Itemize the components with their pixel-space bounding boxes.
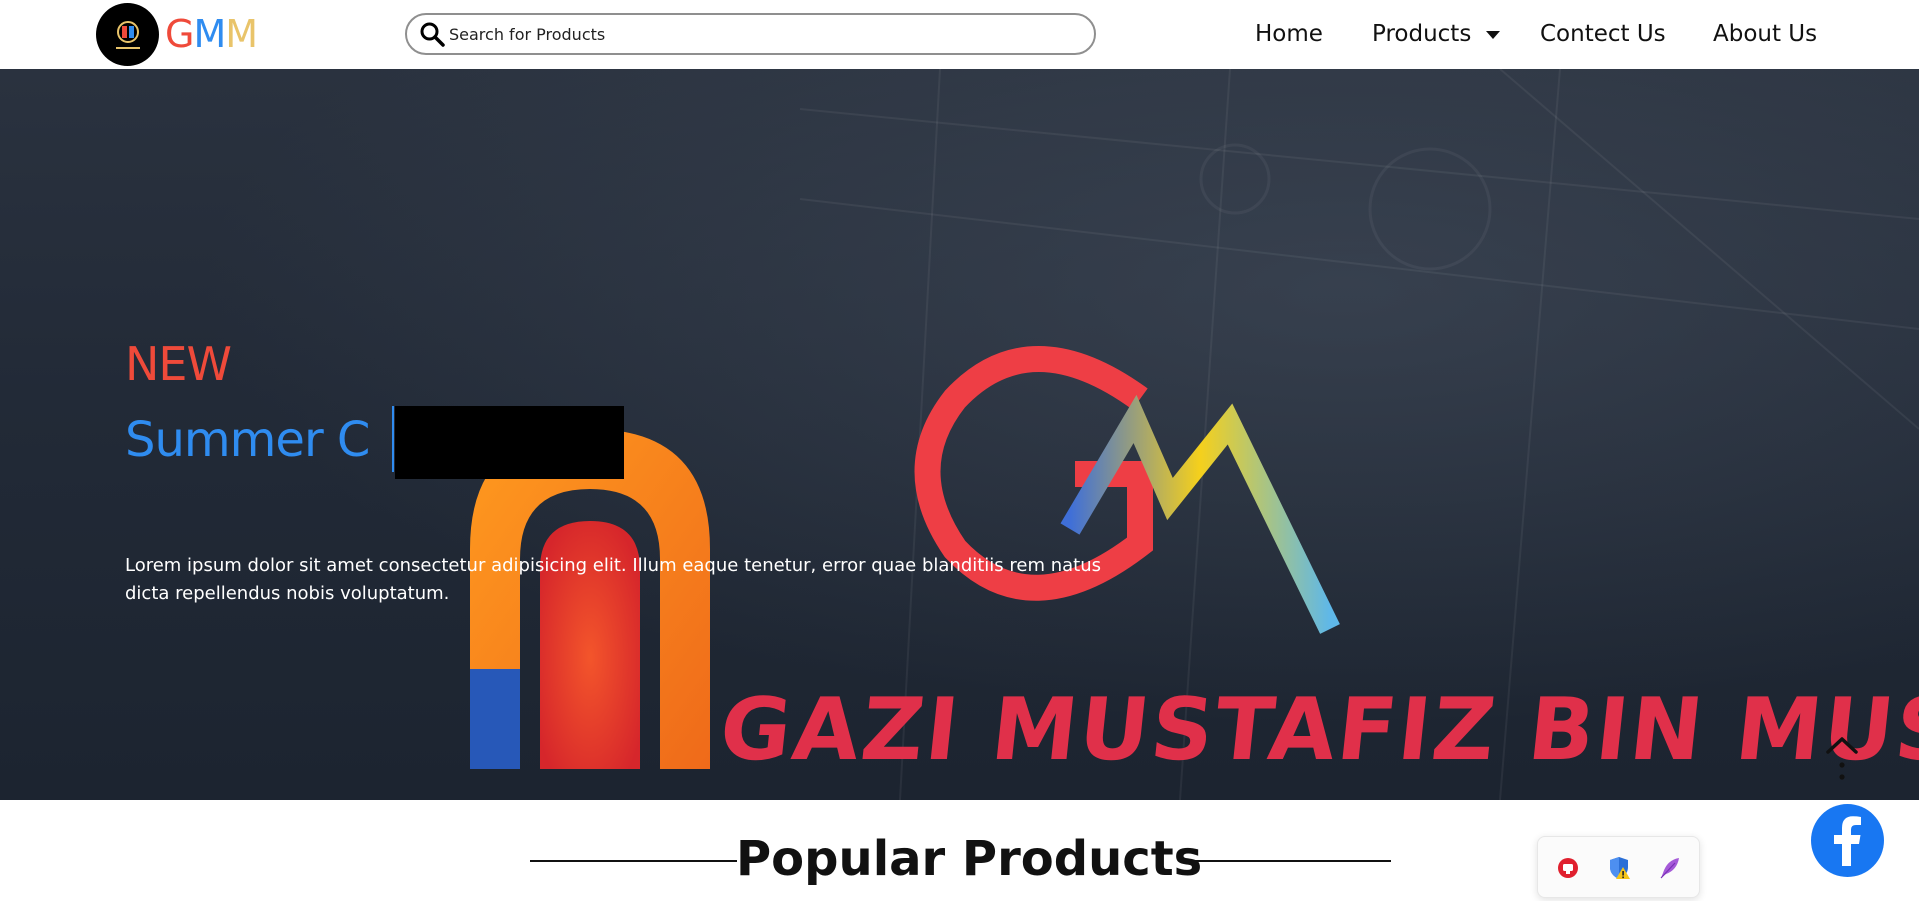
facebook-logo — [1834, 816, 1861, 866]
brand-letter: G — [165, 12, 194, 56]
hero-eyebrow: NEW — [125, 337, 232, 391]
brand-letter: M — [225, 12, 258, 56]
shield-warning-icon[interactable] — [1606, 855, 1632, 881]
hero-banner: GAZI MUSTAFIZ BIN MUSA NEW Summer C Lore… — [0, 69, 1919, 800]
hero-description: Lorem ipsum dolor sit amet consectetur a… — [125, 555, 1102, 604]
record-icon[interactable] — [1555, 855, 1581, 881]
site-header: GMM Home Products Contect Us About Us — [0, 0, 1919, 69]
typing-cursor — [392, 406, 394, 472]
nav-contact[interactable]: Contect Us — [1540, 14, 1666, 54]
nav-about-label: About Us — [1713, 21, 1818, 47]
search-bar[interactable] — [405, 13, 1096, 55]
section-title: Popular Products — [736, 831, 1203, 887]
caret-down-icon — [1485, 30, 1500, 39]
hero-title: Summer C — [125, 412, 370, 468]
logo-emblem-icon — [115, 20, 140, 49]
search-icon[interactable] — [419, 21, 445, 47]
redaction-box — [395, 406, 624, 479]
search-input[interactable] — [449, 24, 1049, 44]
nav-home-label: Home — [1255, 21, 1323, 47]
brand-name[interactable]: GMM — [165, 9, 258, 59]
nav-contact-label: Contect Us — [1540, 21, 1666, 47]
nav-about[interactable]: About Us — [1713, 14, 1817, 54]
hero-sign-text: GAZI MUSTAFIZ BIN MUSA — [715, 680, 1919, 780]
brand-letter: M — [193, 12, 226, 56]
facebook-icon[interactable] — [1811, 804, 1884, 877]
logo-icon[interactable] — [96, 3, 159, 66]
chevron-up-icon[interactable] — [1822, 734, 1862, 784]
nav-products[interactable]: Products — [1372, 14, 1501, 54]
nav-home[interactable]: Home — [1255, 14, 1323, 54]
feather-icon[interactable] — [1657, 855, 1683, 881]
extension-tray — [1537, 836, 1700, 898]
title-rule-right — [1183, 860, 1391, 862]
nav-products-label: Products — [1372, 21, 1472, 47]
title-rule-left — [530, 860, 737, 862]
